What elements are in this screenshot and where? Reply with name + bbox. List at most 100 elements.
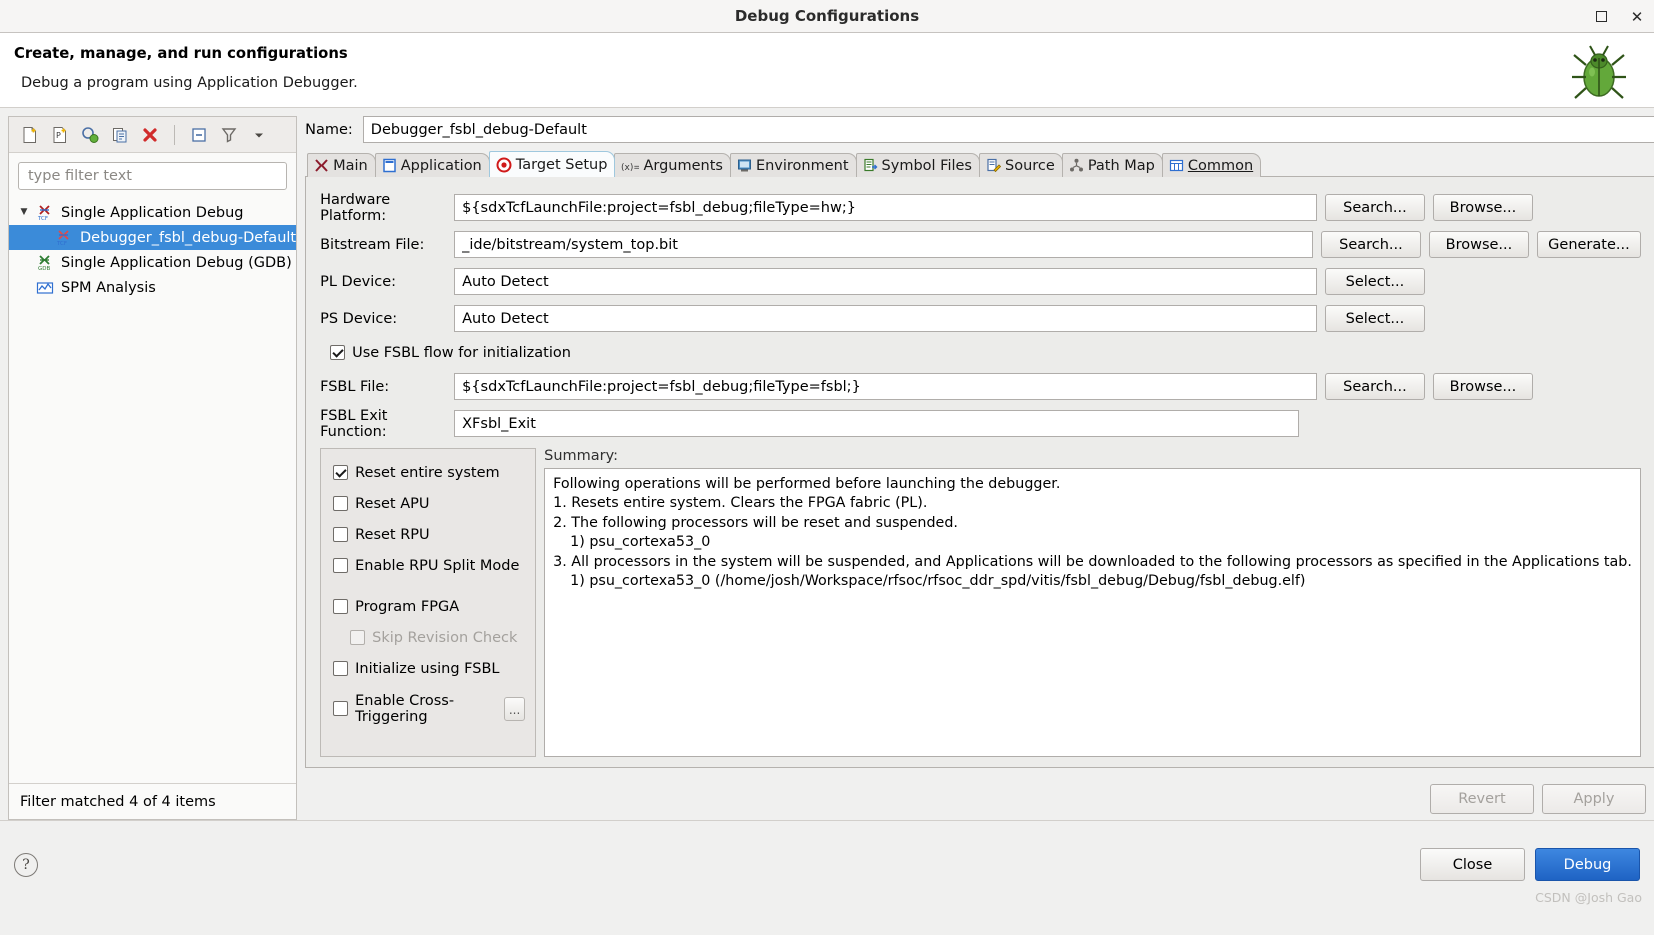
revert-button[interactable]: Revert xyxy=(1430,784,1534,814)
button-label: Search... xyxy=(1343,379,1407,395)
name-input[interactable]: Debugger_fsbl_debug-Default xyxy=(363,116,1654,143)
maximize-icon[interactable] xyxy=(1592,8,1610,26)
tree-item-spm-analysis[interactable]: SPM Analysis xyxy=(9,275,296,300)
fsbl-exit-function-input[interactable]: XFsbl_Exit xyxy=(454,410,1299,437)
tab-main[interactable]: Main xyxy=(307,153,376,177)
hardware-platform-browse-button[interactable]: Browse... xyxy=(1433,194,1533,221)
enable-rpu-split-mode-checkbox[interactable] xyxy=(333,558,348,573)
tab-bar[interactable]: Main Application Target Setup (x)= Argum… xyxy=(307,151,1654,177)
tab-symbol-files[interactable]: Symbol Files xyxy=(856,153,980,177)
program-fpga-checkbox[interactable] xyxy=(333,599,348,614)
bitstream-file-input[interactable]: _ide/bitstream/system_top.bit xyxy=(454,231,1313,258)
use-fsbl-flow-checkbox-row[interactable]: Use FSBL flow for initialization xyxy=(320,337,1641,368)
option-initialize-using-fsbl[interactable]: Initialize using FSBL xyxy=(333,653,525,684)
apply-button[interactable]: Apply xyxy=(1542,784,1646,814)
bitstream-search-button[interactable]: Search... xyxy=(1321,231,1421,258)
tab-arguments[interactable]: (x)= Arguments xyxy=(614,153,731,177)
source-icon xyxy=(986,158,1001,173)
spm-icon xyxy=(36,279,56,297)
ps-device-input[interactable]: Auto Detect xyxy=(454,305,1317,332)
tab-common[interactable]: Common xyxy=(1162,153,1261,177)
name-label: Name: xyxy=(305,122,353,138)
fsbl-file-input[interactable]: ${sdxTcfLaunchFile:project=fsbl_debug;fi… xyxy=(454,373,1317,400)
close-icon[interactable]: ✕ xyxy=(1628,8,1646,26)
option-program-fpga[interactable]: Program FPGA xyxy=(333,591,525,622)
fsbl-search-button[interactable]: Search... xyxy=(1325,373,1425,400)
bitstream-browse-button[interactable]: Browse... xyxy=(1429,231,1529,258)
tab-label: Arguments xyxy=(643,158,723,174)
reset-apu-checkbox[interactable] xyxy=(333,496,348,511)
tree-item-single-application-debug-gdb[interactable]: GDB Single Application Debug (GDB) xyxy=(9,250,296,275)
summary-line: 3. All processors in the system will be … xyxy=(553,553,1632,572)
reset-entire-system-checkbox[interactable] xyxy=(333,465,348,480)
reset-rpu-checkbox[interactable] xyxy=(333,527,348,542)
target-setup-panel: Hardware Platform: ${sdxTcfLaunchFile:pr… xyxy=(305,176,1654,768)
use-fsbl-flow-checkbox[interactable] xyxy=(330,345,345,360)
option-enable-rpu-split-mode[interactable]: Enable RPU Split Mode xyxy=(333,550,525,581)
svg-text:TCF: TCF xyxy=(37,216,48,222)
pl-device-select-button[interactable]: Select... xyxy=(1325,268,1425,295)
expand-arrow-icon[interactable]: ▼ xyxy=(17,208,31,217)
export-icon[interactable] xyxy=(77,122,103,148)
checkbox-label: Reset RPU xyxy=(355,527,430,543)
filter-placeholder: type filter text xyxy=(28,168,132,184)
field-row-fsbl-exit-function: FSBL Exit Function: XFsbl_Exit xyxy=(320,405,1641,442)
checkbox-label: Initialize using FSBL xyxy=(355,661,499,677)
configurations-tree[interactable]: ▼ TCF Single Application Debug xyxy=(9,194,296,783)
bitstream-generate-button[interactable]: Generate... xyxy=(1537,231,1641,258)
enable-cross-triggering-checkbox[interactable] xyxy=(333,701,348,716)
delete-icon[interactable] xyxy=(137,122,163,148)
tree-item-label: Single Application Debug (GDB) xyxy=(61,255,292,271)
configurations-toolbar: P xyxy=(9,117,296,153)
watermark: CSDN @Josh Gao xyxy=(1535,890,1642,905)
tab-label: Path Map xyxy=(1088,158,1155,174)
svg-text:P: P xyxy=(56,131,61,140)
hardware-platform-search-button[interactable]: Search... xyxy=(1325,194,1425,221)
window-title: Debug Configurations xyxy=(0,7,1654,25)
filter-input[interactable]: type filter text xyxy=(18,162,287,190)
field-value: ${sdxTcfLaunchFile:project=fsbl_debug;fi… xyxy=(462,200,856,216)
option-enable-cross-triggering[interactable]: Enable Cross-Triggering ... xyxy=(333,693,525,724)
arguments-icon: (x)= xyxy=(621,159,639,173)
button-label: Generate... xyxy=(1548,237,1630,253)
field-row-pl-device: PL Device: Auto Detect Select... xyxy=(320,263,1641,300)
tree-item-single-application-debug[interactable]: ▼ TCF Single Application Debug xyxy=(9,200,296,225)
button-label: Search... xyxy=(1339,237,1403,253)
name-value: Debugger_fsbl_debug-Default xyxy=(371,122,587,138)
initialize-using-fsbl-checkbox[interactable] xyxy=(333,661,348,676)
tab-label: Target Setup xyxy=(516,157,608,173)
button-label: Debug xyxy=(1564,857,1612,873)
option-reset-rpu[interactable]: Reset RPU xyxy=(333,519,525,550)
tree-item-debugger-fsbl-debug-default[interactable]: TCF Debugger_fsbl_debug-Default xyxy=(9,225,296,250)
close-button[interactable]: Close xyxy=(1420,848,1525,881)
filter-status: Filter matched 4 of 4 items xyxy=(9,783,296,819)
pl-device-input[interactable]: Auto Detect xyxy=(454,268,1317,295)
tab-environment[interactable]: Environment xyxy=(730,153,857,177)
configurations-panel: P xyxy=(8,116,297,820)
fsbl-browse-button[interactable]: Browse... xyxy=(1433,373,1533,400)
tree-item-label: Single Application Debug xyxy=(61,205,244,221)
new-prototype-icon[interactable]: P xyxy=(47,122,73,148)
tab-application[interactable]: Application xyxy=(375,153,490,177)
debug-button[interactable]: Debug xyxy=(1535,848,1640,881)
tab-path-map[interactable]: Path Map xyxy=(1062,153,1163,177)
tree-item-label: Debugger_fsbl_debug-Default xyxy=(80,230,296,246)
cross-triggering-options-button[interactable]: ... xyxy=(504,697,525,721)
filter-icon[interactable] xyxy=(216,122,242,148)
help-icon[interactable]: ? xyxy=(14,853,38,877)
tab-label: Environment xyxy=(756,158,849,174)
option-reset-apu[interactable]: Reset APU xyxy=(333,488,525,519)
summary-line: 1) psu_cortexa53_0 (/home/josh/Workspace… xyxy=(553,572,1632,591)
option-reset-entire-system[interactable]: Reset entire system xyxy=(333,457,525,488)
window-controls: ✕ xyxy=(1592,0,1646,33)
collapse-all-icon[interactable] xyxy=(186,122,212,148)
new-launch-configuration-icon[interactable] xyxy=(17,122,43,148)
field-row-ps-device: PS Device: Auto Detect Select... xyxy=(320,300,1641,337)
tab-label: Source xyxy=(1005,158,1055,174)
ps-device-select-button[interactable]: Select... xyxy=(1325,305,1425,332)
chevron-down-icon[interactable] xyxy=(246,122,272,148)
tab-target-setup[interactable]: Target Setup xyxy=(489,151,616,177)
duplicate-icon[interactable] xyxy=(107,122,133,148)
hardware-platform-input[interactable]: ${sdxTcfLaunchFile:project=fsbl_debug;fi… xyxy=(454,194,1317,221)
tab-source[interactable]: Source xyxy=(979,153,1063,177)
